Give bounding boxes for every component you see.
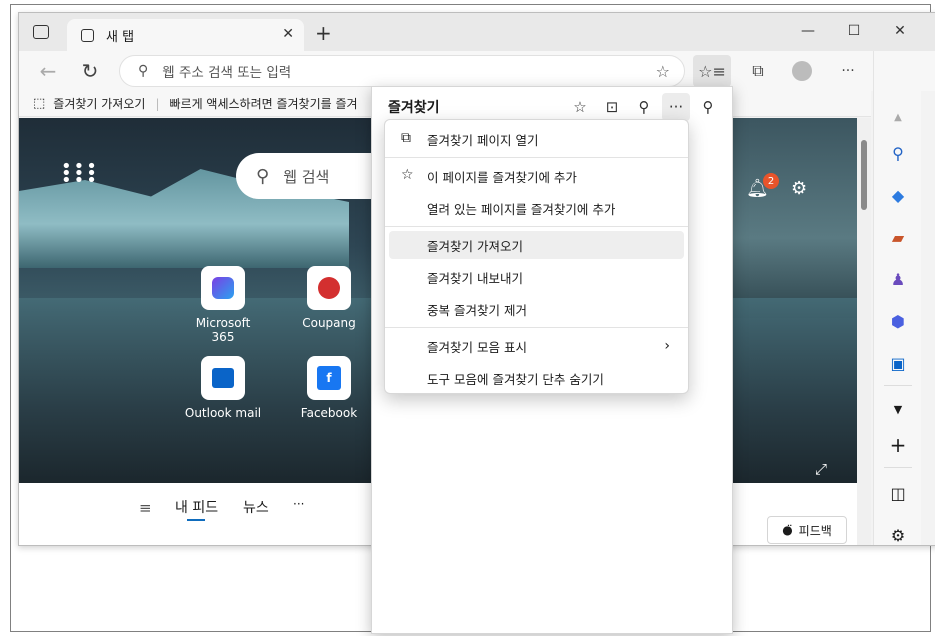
scroll-down-icon[interactable]: ▼	[884, 395, 912, 423]
scroll-up-icon[interactable]: ▲	[884, 103, 912, 131]
menu-import-favorites[interactable]: 즐겨찾기 가져오기	[389, 231, 684, 259]
apps-grid-icon[interactable]: ••• ••• •••	[61, 158, 99, 190]
menu-export-favorites[interactable]: 즐겨찾기 내보내기	[389, 263, 684, 291]
feedback-button[interactable]: ●̈ 피드백	[767, 516, 847, 544]
menu-item-label: 즐겨찾기 가져오기	[427, 238, 523, 254]
search-icon: ⚲	[256, 165, 270, 187]
toolbar: ← ↻ ⚲ 웹 주소 검색 또는 입력 ☆ ☆≡ ⧉ ··· b	[19, 51, 935, 91]
sidebar-divider	[884, 385, 912, 386]
tools-icon[interactable]: ▰	[884, 223, 912, 251]
edge-sidebar: ▲ ⚲ ◆ ▰ ♟ ⬢ ▣ ▼ + ◫ ⚙	[873, 51, 921, 545]
menu-show-favorites-bar[interactable]: 즐겨찾기 모음 표시 ›	[389, 332, 684, 360]
outlook-icon	[201, 356, 245, 400]
address-bar[interactable]: ⚲ 웹 주소 검색 또는 입력 ☆	[119, 55, 685, 87]
menu-icon[interactable]: ≡	[139, 499, 152, 517]
title-bar: 새 탭 ✕ + — ☐ ✕	[19, 13, 935, 51]
tab-close-icon[interactable]: ✕	[282, 26, 294, 42]
search-icon: ⚲	[138, 63, 149, 79]
new-tab-button[interactable]: +	[315, 21, 332, 45]
feedback-icon: ●̈	[782, 523, 793, 537]
feedback-label: 피드백	[798, 523, 832, 538]
tab-actions-icon[interactable]	[33, 25, 49, 39]
tile-label: Facebook	[300, 406, 358, 420]
microsoft365-sidebar-icon[interactable]: ⬢	[884, 307, 912, 335]
web-search-placeholder: 웹 검색	[283, 167, 330, 186]
favorites-button[interactable]: ☆≡	[693, 55, 731, 87]
more-icon[interactable]: ···	[833, 57, 863, 85]
menu-remove-duplicates[interactable]: 중복 즐겨찾기 제거	[389, 295, 684, 323]
tile-label: Microsoft 365	[195, 316, 251, 344]
address-placeholder: 웹 주소 검색 또는 입력	[162, 65, 292, 81]
more-options-icon[interactable]: ···	[662, 93, 690, 121]
menu-open-favorites-page[interactable]: ⧉ 즐겨찾기 페이지 열기	[389, 125, 684, 153]
search-sidebar-icon[interactable]: ⚲	[884, 139, 912, 167]
menu-add-this-page[interactable]: ☆ 이 페이지를 즐겨찾기에 추가	[389, 162, 684, 190]
favbar-divider: |	[155, 96, 160, 111]
expand-icon[interactable]: ⤢	[815, 460, 827, 478]
close-button[interactable]: ✕	[877, 17, 923, 45]
tile-outlook[interactable]: Outlook mail	[183, 356, 263, 420]
hide-sidebar-icon[interactable]: ◫	[884, 479, 912, 507]
outlook-sidebar-icon[interactable]: ▣	[884, 349, 912, 377]
shopping-tag-icon[interactable]: ◆	[884, 181, 912, 209]
collections-icon[interactable]: ⧉	[743, 57, 773, 85]
coupang-icon	[307, 266, 351, 310]
feed-tab-my[interactable]: 내 피드	[175, 497, 218, 517]
sidebar-settings-icon[interactable]: ⚙	[884, 521, 912, 545]
menu-item-label: 열려 있는 페이지를 즐겨찾기에 추가	[427, 201, 616, 217]
facebook-icon: f	[307, 356, 351, 400]
menu-divider	[385, 327, 688, 328]
favorite-star-icon[interactable]: ☆	[656, 62, 670, 81]
scrollbar-thumb[interactable]	[861, 140, 867, 210]
minimize-button[interactable]: —	[785, 17, 831, 45]
feed-tab-more[interactable]: ···	[293, 497, 304, 511]
notification-badge: 2	[763, 173, 779, 189]
star-add-icon: ☆	[401, 167, 414, 183]
microsoft365-icon	[201, 266, 245, 310]
newtab-icon	[81, 28, 94, 42]
settings-gear-icon[interactable]: ⚙	[791, 178, 807, 199]
sidebar-divider	[884, 467, 912, 468]
external-link-icon: ⧉	[401, 130, 411, 146]
favorites-more-menu: ⧉ 즐겨찾기 페이지 열기 ☆ 이 페이지를 즐겨찾기에 추가 열려 있는 페이…	[384, 119, 689, 394]
maximize-button[interactable]: ☐	[831, 17, 877, 45]
favbar-import[interactable]: 즐겨찾기 가져오기	[53, 95, 145, 112]
add-folder-icon[interactable]: ⊡	[598, 93, 626, 121]
menu-item-label: 이 페이지를 즐겨찾기에 추가	[427, 169, 577, 185]
search-favorites-icon[interactable]: ⚲	[630, 93, 658, 121]
menu-item-label: 즐겨찾기 페이지 열기	[427, 132, 539, 148]
menu-item-label: 즐겨찾기 모음 표시	[427, 339, 527, 355]
chevron-right-icon: ›	[664, 338, 670, 354]
menu-divider	[385, 157, 688, 158]
feed-tab-underline	[187, 519, 205, 521]
add-favorite-icon[interactable]: ☆	[566, 93, 594, 121]
scrollbar[interactable]	[857, 118, 871, 545]
tile-microsoft365[interactable]: Microsoft 365	[183, 266, 263, 344]
refresh-icon[interactable]: ↻	[75, 57, 105, 85]
games-icon[interactable]: ♟	[884, 265, 912, 293]
tile-label: Outlook mail	[184, 406, 262, 420]
tab-new-tab[interactable]: 새 탭 ✕	[67, 19, 304, 51]
import-icon: ⬚	[33, 96, 46, 111]
menu-add-open-pages[interactable]: 열려 있는 페이지를 즐겨찾기에 추가	[389, 194, 684, 222]
profile-icon[interactable]	[787, 57, 817, 85]
tab-title: 새 탭	[106, 29, 135, 45]
menu-divider	[385, 226, 688, 227]
favorites-panel-title: 즐겨찾기	[388, 100, 440, 116]
tile-facebook[interactable]: f Facebook	[289, 356, 369, 420]
menu-item-label: 도구 모음에 즐겨찾기 단추 숨기기	[427, 371, 604, 387]
tile-coupang[interactable]: Coupang	[289, 266, 369, 330]
add-sidebar-icon[interactable]: +	[884, 431, 912, 459]
tile-label: Coupang	[302, 316, 356, 330]
back-icon[interactable]: ←	[33, 57, 63, 85]
menu-item-label: 즐겨찾기 내보내기	[427, 270, 523, 286]
pin-icon[interactable]: ⚲	[694, 93, 722, 121]
favbar-hint: 빠르게 액세스하려면 즐겨찾기를 즐겨	[169, 97, 358, 111]
feed-tab-news[interactable]: 뉴스	[243, 497, 269, 517]
menu-item-label: 중복 즐겨찾기 제거	[427, 302, 527, 318]
menu-hide-favorites-button[interactable]: 도구 모음에 즐겨찾기 단추 숨기기	[389, 364, 684, 392]
